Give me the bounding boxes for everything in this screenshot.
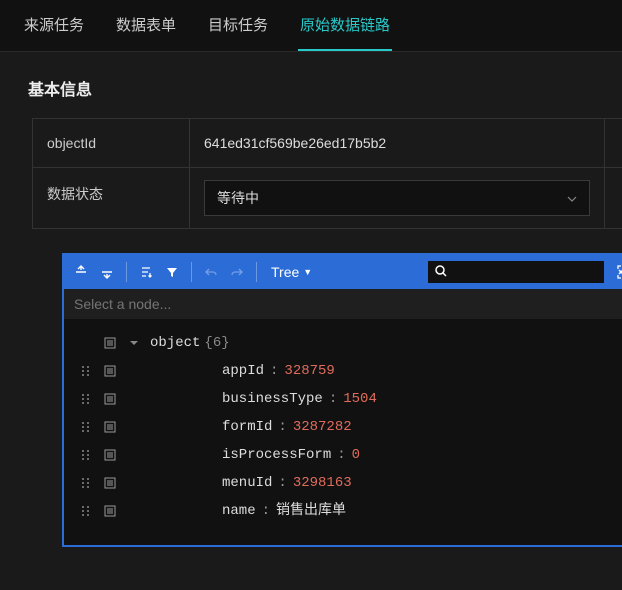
json-viewer: Tree ▼	[62, 253, 622, 547]
node-menu-icon[interactable]	[98, 365, 122, 377]
panel-title: 基本信息	[28, 76, 622, 100]
root-label: object	[150, 329, 200, 357]
node-menu-icon[interactable]	[98, 477, 122, 489]
value-objectid: 641ed31cf569be26ed17b5b2	[190, 119, 604, 167]
caret-down-icon: ▼	[303, 267, 312, 277]
row-divider	[604, 168, 622, 228]
caret-down-icon[interactable]	[122, 338, 146, 348]
label-status: 数据状态	[32, 168, 190, 228]
node-menu-icon[interactable]	[98, 421, 122, 433]
drag-handle-icon[interactable]	[74, 421, 98, 433]
tree-row[interactable]: name:销售出库单	[74, 497, 622, 525]
tabs: 来源任务 数据表单 目标任务 原始数据链路	[0, 0, 622, 52]
search-box	[428, 261, 604, 283]
expand-all-button[interactable]	[70, 261, 92, 283]
tree-row[interactable]: businessType:1504	[74, 385, 622, 413]
drag-handle-icon[interactable]	[74, 393, 98, 405]
node-menu-icon[interactable]	[98, 505, 122, 517]
tree-row[interactable]: formId:3287282	[74, 413, 622, 441]
drag-handle-icon[interactable]	[74, 505, 98, 517]
tree-key: name	[222, 497, 256, 525]
status-select[interactable]: 等待中	[204, 180, 590, 216]
tab-data-form[interactable]: 数据表单	[114, 14, 178, 51]
drag-handle-icon[interactable]	[74, 365, 98, 377]
tree-root[interactable]: object {6}	[74, 329, 622, 357]
tree-row[interactable]: isProcessForm:0	[74, 441, 622, 469]
label-objectid: objectId	[32, 119, 190, 167]
node-menu-icon[interactable]	[98, 337, 122, 349]
tree-value: 3287282	[293, 413, 352, 441]
tree-key: isProcessForm	[222, 441, 331, 469]
tab-raw-data-link[interactable]: 原始数据链路	[298, 14, 392, 51]
row-objectid: objectId 641ed31cf569be26ed17b5b2	[32, 119, 622, 168]
tree-key: businessType	[222, 385, 323, 413]
info-table: objectId 641ed31cf569be26ed17b5b2 数据状态 等…	[32, 118, 622, 229]
drag-handle-icon[interactable]	[74, 477, 98, 489]
tree-key: appId	[222, 357, 264, 385]
node-menu-icon[interactable]	[98, 449, 122, 461]
row-divider	[604, 119, 622, 167]
node-path-input[interactable]	[64, 289, 622, 319]
separator	[126, 262, 127, 282]
drag-handle-icon[interactable]	[74, 449, 98, 461]
status-select-value: 等待中	[217, 188, 259, 208]
tree-value: 328759	[284, 357, 334, 385]
separator	[191, 262, 192, 282]
tree-value: 1504	[343, 385, 377, 413]
row-status: 数据状态 等待中	[32, 168, 622, 229]
viewer-toolbar: Tree ▼	[64, 255, 622, 289]
tab-source-task[interactable]: 来源任务	[22, 14, 86, 51]
tree-value: 0	[352, 441, 360, 469]
tree-body: object {6} appId:328759businessType:1504…	[64, 319, 622, 545]
search-icon	[434, 264, 448, 281]
sort-button[interactable]	[135, 261, 157, 283]
filter-button[interactable]	[161, 261, 183, 283]
tree-row[interactable]: menuId:3298163	[74, 469, 622, 497]
tree-row[interactable]: appId:328759	[74, 357, 622, 385]
search-input[interactable]	[448, 265, 598, 280]
tree-value: 3298163	[293, 469, 352, 497]
redo-button[interactable]	[226, 261, 248, 283]
value-status: 等待中	[190, 168, 604, 228]
node-menu-icon[interactable]	[98, 393, 122, 405]
collapse-all-button[interactable]	[96, 261, 118, 283]
tab-target-task[interactable]: 目标任务	[206, 14, 270, 51]
tree-key: menuId	[222, 469, 272, 497]
basic-info-panel: 基本信息 objectId 641ed31cf569be26ed17b5b2 数…	[0, 76, 622, 547]
view-mode-select[interactable]: Tree ▼	[265, 264, 318, 280]
fullscreen-button[interactable]	[614, 261, 622, 283]
view-mode-label: Tree	[271, 264, 299, 280]
tree-value: 销售出库单	[276, 497, 346, 525]
root-count: {6}	[204, 329, 229, 357]
separator	[256, 262, 257, 282]
undo-button[interactable]	[200, 261, 222, 283]
tree-key: formId	[222, 413, 272, 441]
chevron-down-icon	[567, 191, 577, 205]
